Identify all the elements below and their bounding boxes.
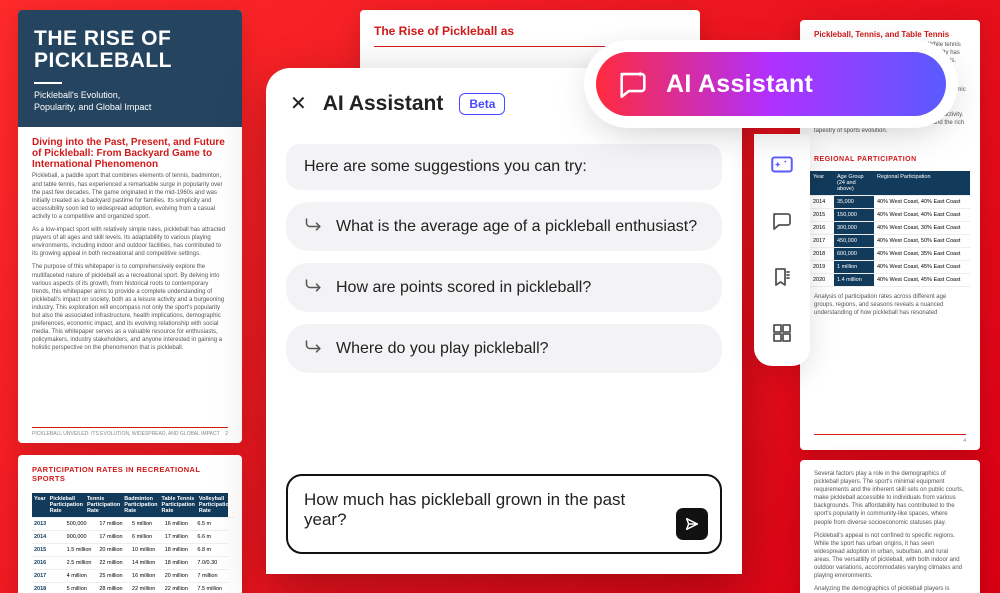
suggestion-text: How are points scored in pickleball? (336, 279, 591, 297)
divider (374, 46, 686, 47)
close-button[interactable]: ✕ (290, 94, 307, 114)
comment-tool[interactable] (767, 206, 797, 236)
doc1-footer-left: PICKLEBALL UNVEILED: ITS EVOLUTION, WIDE… (32, 431, 220, 437)
suggestion-text: Where do you play pickleball? (336, 340, 549, 358)
ai-star-tool[interactable] (767, 150, 797, 180)
doc-mid-title: The Rise of Pickleball as (360, 10, 700, 40)
panel-footer: How much has pickleball grown in the pas… (266, 464, 742, 574)
doc1-p2: As a low-impact sport with relatively si… (32, 226, 228, 258)
doc-page-bottom-left: PARTICIPATION RATES IN RECREATIONAL SPOR… (18, 455, 242, 593)
panel-title: AI Assistant (323, 92, 444, 116)
send-button[interactable] (676, 508, 708, 540)
reply-arrow-icon (304, 336, 324, 361)
doc-page-bottom-right: Several factors play a role in the demog… (800, 460, 980, 593)
suggestion-chip[interactable]: What is the average age of a pickleball … (286, 202, 722, 251)
doc1-p1: Pickleball, a paddle sport that combines… (32, 172, 228, 221)
doc1-subtitle: Pickleball's Evolution, Popularity, and … (34, 82, 164, 113)
stage: THE RISE OF PICKLEBALL Pickleball's Evol… (0, 0, 1000, 593)
doc1-body: Pickleball, a paddle sport that combines… (18, 172, 242, 363)
chat-sparkle-icon (616, 67, 650, 101)
reply-arrow-icon (304, 275, 324, 300)
send-icon (684, 516, 700, 532)
doc-page-1: THE RISE OF PICKLEBALL Pickleball's Evol… (18, 10, 242, 443)
reply-arrow-icon (304, 214, 324, 239)
doc1-hero: THE RISE OF PICKLEBALL Pickleball's Evol… (18, 10, 242, 127)
docBR-p2: Pickleball's appeal is not confined to s… (814, 532, 966, 581)
doc1-title: THE RISE OF PICKLEBALL (34, 28, 226, 72)
ai-star-icon (769, 152, 795, 178)
grid-view-tool[interactable] (767, 318, 797, 348)
docR-table: YearAge Group (24 and above)Regional Par… (800, 165, 980, 293)
side-toolbar (754, 134, 810, 366)
grid-icon (770, 321, 794, 345)
suggestions-intro: Here are some suggestions you can try: (286, 144, 722, 190)
comment-icon (770, 209, 794, 233)
doc1-p3: The purpose of this whitepaper is to com… (32, 263, 228, 352)
bookmark-icon (770, 265, 794, 289)
suggestion-chip[interactable]: How are points scored in pickleball? (286, 263, 722, 312)
doc1-footer: PICKLEBALL UNVEILED: ITS EVOLUTION, WIDE… (32, 427, 228, 437)
panel-body: Here are some suggestions you can try: W… (266, 126, 742, 464)
docBR-p1: Several factors play a role in the demog… (814, 470, 966, 527)
ai-assistant-button-label: AI Assistant (666, 70, 813, 99)
docR-footer: 4 (814, 434, 966, 444)
suggestion-chip[interactable]: Where do you play pickleball? (286, 324, 722, 373)
doc1-section-title: Diving into the Past, Present, and Futur… (18, 127, 242, 172)
prompt-input-text: How much has pickleball grown in the pas… (304, 490, 668, 530)
docR-caption: Analysis of participation rates across d… (800, 293, 980, 328)
doc1-page-number: 2 (225, 431, 228, 437)
beta-badge: Beta (459, 93, 505, 115)
bookmark-tool[interactable] (767, 262, 797, 292)
suggestion-text: What is the average age of a pickleball … (336, 218, 697, 236)
docBR-body: Several factors play a role in the demog… (800, 460, 980, 593)
docBL-title: PARTICIPATION RATES IN RECREATIONAL SPOR… (18, 455, 242, 485)
docR-page-number: 4 (963, 438, 966, 444)
ai-assistant-button[interactable]: AI Assistant (596, 52, 946, 116)
docR-section: REGIONAL PARTICIPATION (800, 146, 980, 165)
prompt-input[interactable]: How much has pickleball grown in the pas… (286, 474, 722, 554)
docR-title: Pickleball, Tennis, and Table Tennis (800, 20, 980, 41)
docBR-p3: Analyzing the demographics of pickleball… (814, 585, 966, 593)
docBL-table: YearPickleball Participation RateTennis … (18, 485, 242, 593)
docR-caption-text: Analysis of participation rates across d… (814, 293, 966, 317)
ai-assistant-panel: ✕ AI Assistant Beta Here are some sugges… (266, 68, 742, 574)
